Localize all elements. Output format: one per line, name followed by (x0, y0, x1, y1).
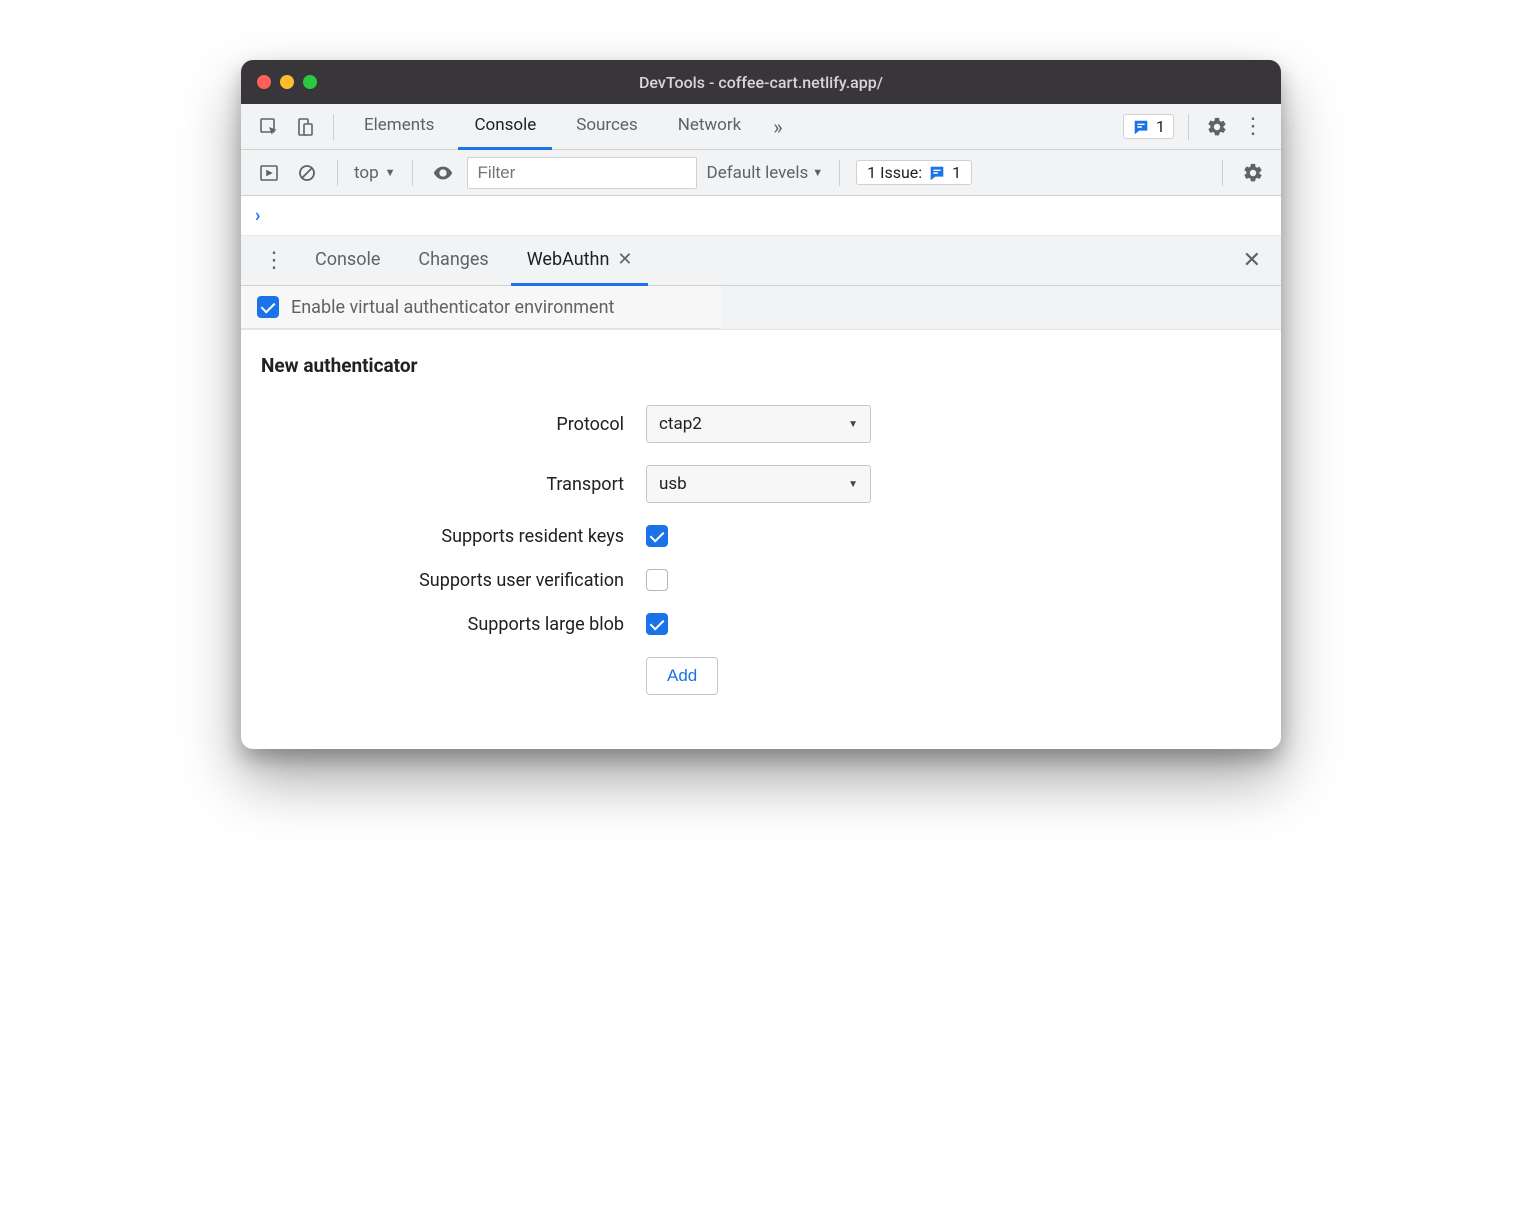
enable-row: Enable virtual authenticator environment (241, 286, 1281, 330)
issues-pill-text: 1 Issue: (867, 163, 922, 182)
drawer-tabs: ⋮ Console Changes WebAuthn ✕ ✕ (241, 236, 1281, 286)
live-expression-icon[interactable] (429, 159, 457, 187)
window-controls (257, 75, 317, 89)
tab-sources[interactable]: Sources (560, 104, 653, 150)
user-verification-checkbox[interactable] (646, 569, 668, 591)
divider (1222, 160, 1223, 186)
divider (412, 160, 413, 186)
log-levels-selector[interactable]: Default levels ▼ (707, 163, 824, 183)
tab-console[interactable]: Console (458, 104, 552, 150)
large-blob-label: Supports large blob (261, 614, 646, 635)
log-levels-label: Default levels (707, 163, 809, 183)
drawer-tab-webauthn[interactable]: WebAuthn ✕ (511, 236, 649, 286)
console-settings-icon[interactable] (1239, 159, 1267, 187)
context-selector[interactable]: top ▼ (354, 163, 396, 183)
issues-pill[interactable]: 1 Issue: 1 (856, 160, 972, 185)
context-label: top (354, 163, 379, 183)
more-tabs-icon[interactable]: » (765, 115, 790, 139)
enable-virtual-authenticator-label: Enable virtual authenticator environment (291, 297, 614, 318)
window-title: DevTools - coffee-cart.netlify.app/ (639, 73, 883, 92)
form-title: New authenticator (261, 354, 1261, 377)
protocol-label: Protocol (261, 414, 646, 435)
close-drawer-icon[interactable]: ✕ (1237, 248, 1267, 273)
enable-virtual-authenticator-checkbox[interactable] (257, 296, 279, 318)
issues-icon (1132, 118, 1150, 136)
issues-pill-count: 1 (952, 163, 961, 182)
transport-value: usb (659, 474, 687, 494)
close-tab-icon[interactable]: ✕ (617, 249, 632, 270)
protocol-value: ctap2 (659, 414, 702, 434)
drawer-menu-icon[interactable]: ⋮ (255, 248, 293, 273)
settings-icon[interactable] (1203, 113, 1231, 141)
divider (1188, 114, 1189, 140)
main-toolbar: Elements Console Sources Network » 1 ⋮ (241, 104, 1281, 150)
kebab-menu-icon[interactable]: ⋮ (1239, 113, 1267, 141)
inspect-element-icon[interactable] (255, 113, 283, 141)
user-verification-label: Supports user verification (261, 570, 646, 591)
divider (839, 160, 840, 186)
divider (337, 160, 338, 186)
divider (333, 114, 334, 140)
drawer-tab-webauthn-label: WebAuthn (527, 249, 610, 270)
filter-input[interactable] (467, 157, 697, 189)
issues-count: 1 (1156, 117, 1165, 136)
tab-network[interactable]: Network (662, 104, 758, 150)
console-toolbar: top ▼ Default levels ▼ 1 Issue: 1 (241, 150, 1281, 196)
tab-elements[interactable]: Elements (348, 104, 450, 150)
issues-icon (928, 164, 946, 182)
console-prompt[interactable]: › (241, 196, 1281, 236)
protocol-select[interactable]: ctap2 (646, 405, 871, 443)
console-sidebar-toggle-icon[interactable] (255, 159, 283, 187)
drawer-tab-changes[interactable]: Changes (402, 236, 504, 286)
issues-badge[interactable]: 1 (1123, 114, 1174, 139)
large-blob-checkbox[interactable] (646, 613, 668, 635)
resident-keys-checkbox[interactable] (646, 525, 668, 547)
devtools-window: DevTools - coffee-cart.netlify.app/ Elem… (241, 60, 1281, 749)
resident-keys-label: Supports resident keys (261, 526, 646, 547)
transport-select[interactable]: usb (646, 465, 871, 503)
maximize-window-button[interactable] (303, 75, 317, 89)
close-window-button[interactable] (257, 75, 271, 89)
clear-console-icon[interactable] (293, 159, 321, 187)
transport-label: Transport (261, 474, 646, 495)
prompt-chevron-icon: › (255, 205, 260, 226)
minimize-window-button[interactable] (280, 75, 294, 89)
drawer-tab-console[interactable]: Console (299, 236, 396, 286)
add-button[interactable]: Add (646, 657, 718, 695)
new-authenticator-form: New authenticator Protocol ctap2 Transpo… (241, 330, 1281, 749)
titlebar: DevTools - coffee-cart.netlify.app/ (241, 60, 1281, 104)
device-toolbar-icon[interactable] (291, 113, 319, 141)
